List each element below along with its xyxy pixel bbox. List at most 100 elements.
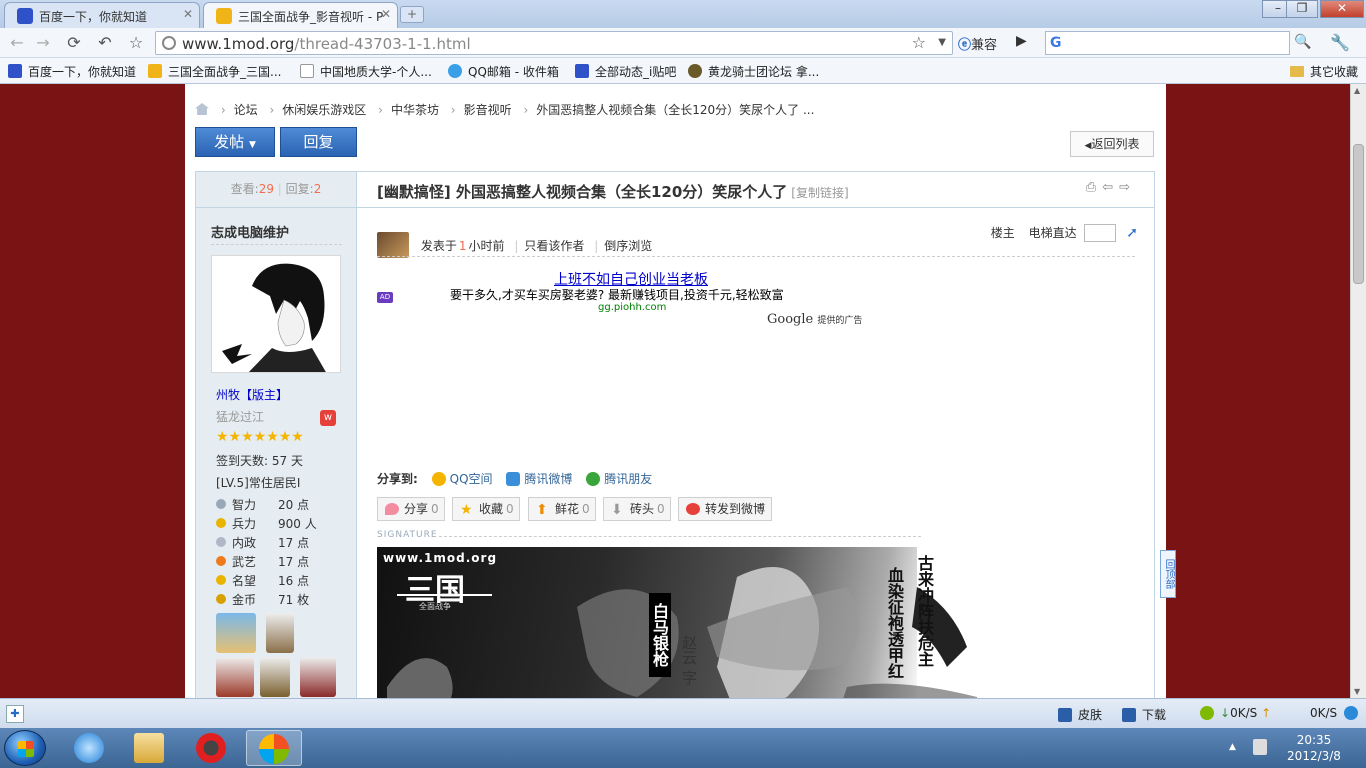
crumb-leisure[interactable]: 休闲娱乐游戏区 — [282, 103, 366, 117]
banner-poem-line2: 古来冲阵扶危主 — [915, 555, 934, 667]
next-thread-icon[interactable]: ⇨ — [1119, 180, 1136, 195]
taskbar-explorer[interactable] — [122, 730, 178, 766]
medal-icon[interactable] — [300, 657, 336, 697]
share-qzone[interactable]: QQ空间 — [431, 472, 493, 486]
bookmark-baidu[interactable]: 百度一下，你就知道 — [8, 63, 136, 80]
bookmark-star-icon[interactable]: ☆ — [912, 33, 926, 52]
jump-go-icon[interactable]: ➚ — [1126, 225, 1138, 241]
author-level: [LV.5]常住居民I — [216, 476, 301, 490]
compat-mode-button[interactable]: ⓔ兼容 — [958, 34, 997, 53]
down-arrow-icon: ↓ — [1220, 706, 1231, 720]
globe-icon — [162, 36, 176, 50]
crumb-thread[interactable]: 外国恶搞整人视频合集（全长120分）笑尿个人了 ... — [536, 103, 814, 117]
reverse-order-link[interactable]: 倒序浏览 — [604, 239, 652, 253]
vertical-scrollbar[interactable]: ▲ ▼ — [1350, 84, 1366, 698]
refresh-icon[interactable]: ⟳ — [63, 32, 85, 54]
thread-tools: ⎙⇦⇨ — [1086, 180, 1136, 195]
qvod-icon — [196, 733, 226, 763]
weibo-icon[interactable]: w — [320, 410, 336, 426]
bookmark-qqmail[interactable]: QQ邮箱 - 收件箱 — [448, 63, 559, 80]
flower-button[interactable]: ⬆ 鲜花 0 — [528, 497, 596, 521]
scrollbar-thumb[interactable] — [1353, 144, 1364, 284]
tab-sanguo[interactable]: 三国全面战争_影音视听 - P ✕ — [203, 2, 398, 29]
start-button[interactable] — [4, 730, 46, 766]
taskbar-ie[interactable] — [62, 730, 118, 766]
attr-intelligence: 智力 20 点 — [216, 496, 346, 513]
floor-controls: 楼主 电梯直达 ➚ — [990, 224, 1138, 242]
system-clock[interactable]: 20:35 2012/3/8 — [1278, 732, 1350, 764]
undo-icon[interactable]: ↶ — [94, 32, 116, 54]
search-icon[interactable]: 🔍 — [1294, 34, 1311, 50]
brick-button[interactable]: ⬇ 砖头 0 — [603, 497, 671, 521]
crumb-forum[interactable]: 论坛 — [234, 103, 258, 117]
bookmark-huanglong[interactable]: 黄龙骑士团论坛 拿... — [688, 63, 819, 80]
status-menu-icon[interactable]: ✚ — [6, 705, 24, 723]
skin-button[interactable]: 皮肤 — [1058, 706, 1102, 723]
medal-icon[interactable] — [260, 657, 290, 697]
medal-list — [216, 613, 346, 698]
sign-days: 签到天数: 57 天 — [216, 454, 303, 468]
wrench-menu-icon[interactable]: 🔧 — [1330, 33, 1350, 52]
small-avatar[interactable] — [377, 232, 409, 258]
bookmark-sanguo[interactable]: 三国全面战争_三国... — [148, 63, 281, 80]
reply-button[interactable]: 回复 — [280, 127, 357, 157]
floor-jump-input[interactable] — [1084, 224, 1117, 242]
other-bookmarks[interactable]: 其它收藏 — [1289, 63, 1358, 80]
share-tencent-friends[interactable]: 腾讯朋友 — [586, 472, 652, 486]
medal-icon[interactable] — [216, 613, 256, 653]
prev-thread-icon[interactable]: ⇦ — [1102, 180, 1119, 195]
search-input[interactable]: G — [1045, 31, 1290, 55]
bookmarks-bar: 百度一下，你就知道 三国全面战争_三国... 中国地质大学-个人... QQ邮箱… — [0, 58, 1366, 84]
back-to-list-button[interactable]: ◀返回列表 — [1070, 131, 1154, 157]
baidu-paw-icon — [17, 8, 33, 24]
maximize-button[interactable]: ❐ — [1286, 0, 1318, 18]
forum-page: › 论坛 › 休闲娱乐游戏区 › 中华茶坊 › 影音视听 › 外国恶搞整人视频合集（全长1… — [185, 84, 1166, 698]
ad-description[interactable]: 要干多久,才买车买房娶老婆? 最新赚钱项目,投资千元,轻松致富 — [450, 286, 784, 303]
forward-weibo-button[interactable]: 转发到微博 — [678, 497, 772, 521]
baidu-paw-icon — [575, 64, 589, 78]
ad-url[interactable]: gg.piohh.com — [598, 302, 666, 313]
page-icon — [300, 64, 314, 78]
taskbar-qvod[interactable] — [184, 730, 240, 766]
download-button[interactable]: 下载 — [1122, 706, 1166, 723]
print-icon[interactable]: ⎙ — [1086, 180, 1102, 195]
favorite-button[interactable]: ★ 收藏 0 — [452, 497, 520, 521]
home-icon[interactable] — [195, 103, 209, 115]
address-bar[interactable]: www.1mod.org/thread-43703-1-1.html ☆ ▼ — [155, 31, 953, 55]
back-arrow-icon[interactable]: ← — [6, 32, 28, 54]
close-icon[interactable]: ✕ — [381, 7, 391, 21]
new-post-button[interactable]: 发帖 ▼ — [195, 127, 275, 157]
author-name[interactable]: 志成电脑维护 — [211, 222, 289, 241]
share-button[interactable]: 分享 0 — [377, 497, 445, 521]
author-role[interactable]: 州牧【版主】 — [216, 386, 288, 403]
chevron-down-icon[interactable]: ▼ — [938, 37, 946, 48]
back-to-top-button[interactable]: 回顶部 — [1160, 550, 1176, 598]
taskbar-browser[interactable] — [246, 730, 302, 766]
medal-icon[interactable] — [266, 613, 294, 653]
close-icon[interactable]: ✕ — [183, 7, 193, 21]
bookmark-tieba[interactable]: 全部动态_i贴吧 — [575, 63, 676, 80]
crumb-teahouse[interactable]: 中华茶坊 — [391, 103, 439, 117]
only-author-link[interactable]: 只看该作者 — [524, 239, 584, 253]
copy-link[interactable]: [复制链接] — [791, 186, 848, 200]
google-ads-label[interactable]: Google 提供的广告 — [767, 312, 862, 327]
troops-icon — [216, 518, 226, 528]
bookmark-cug[interactable]: 中国地质大学-个人... — [300, 63, 432, 80]
crumb-media[interactable]: 影音视听 — [464, 103, 512, 117]
replies-count: 2 — [313, 182, 322, 196]
tray-device-icon[interactable] — [1253, 739, 1267, 755]
tray-expand-icon[interactable]: ▲ — [1229, 742, 1236, 752]
chevron-down-icon: ▼ — [248, 140, 256, 150]
tab-baidu[interactable]: 百度一下，你就知道 ✕ — [4, 2, 200, 28]
avatar[interactable] — [211, 255, 341, 373]
window-close-button[interactable]: ✕ — [1320, 0, 1364, 18]
banner-hero-name: 赵云 字 — [680, 635, 698, 685]
play-icon[interactable]: ▶ — [1016, 33, 1027, 49]
favorite-star-icon[interactable]: ☆ — [125, 32, 147, 54]
new-tab-button[interactable]: + — [400, 6, 424, 23]
ie-status-icon[interactable] — [1344, 706, 1364, 720]
share-tencent-weibo[interactable]: 腾讯微博 — [506, 472, 572, 486]
forward-arrow-icon[interactable]: → — [32, 32, 54, 54]
medal-icon[interactable] — [216, 657, 254, 697]
url-text[interactable]: www.1mod.org/thread-43703-1-1.html — [182, 35, 471, 53]
